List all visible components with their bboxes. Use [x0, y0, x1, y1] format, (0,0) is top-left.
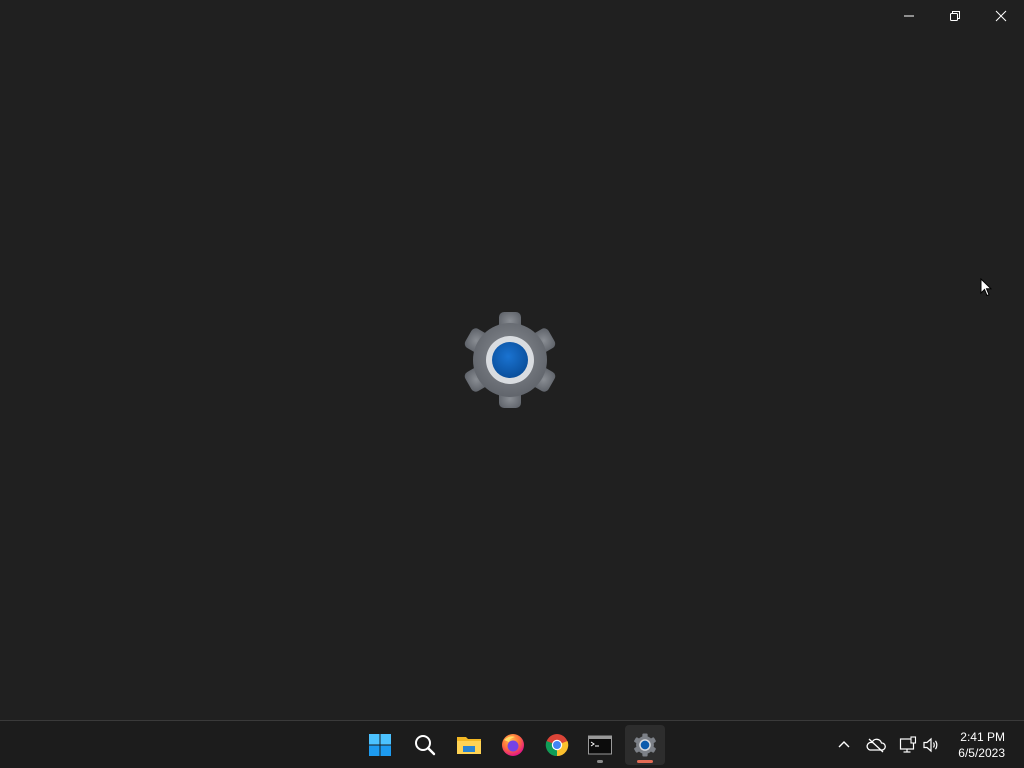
volume-icon	[923, 737, 938, 753]
chrome-icon	[545, 734, 569, 757]
settings-gear-icon	[634, 733, 656, 757]
windows-start-icon	[369, 734, 391, 756]
chrome-button[interactable]	[537, 725, 577, 765]
folder-icon	[457, 737, 481, 754]
network-icon	[899, 736, 917, 753]
terminal-button[interactable]	[580, 725, 620, 765]
onedrive-status-button[interactable]	[864, 733, 888, 757]
minimize-button[interactable]	[886, 0, 932, 32]
terminal-icon	[588, 735, 612, 755]
start-button[interactable]	[360, 725, 400, 765]
search-button[interactable]	[405, 725, 445, 765]
firefox-button[interactable]	[493, 725, 533, 765]
network-button[interactable]	[896, 733, 920, 757]
settings-window	[0, 0, 1024, 720]
window-caption-buttons	[886, 0, 1024, 32]
close-icon	[995, 10, 1007, 22]
taskbar: 2:41 PM 6/5/2023	[0, 720, 1024, 768]
settings-button[interactable]	[625, 725, 665, 765]
minimize-icon	[904, 15, 914, 17]
focused-indicator	[637, 760, 653, 763]
search-icon	[415, 735, 436, 756]
restore-icon	[950, 11, 960, 21]
close-button[interactable]	[978, 0, 1024, 32]
running-indicator	[597, 760, 603, 763]
restore-button[interactable]	[932, 0, 978, 32]
show-hidden-icons-button[interactable]	[832, 733, 856, 757]
firefox-icon	[502, 734, 524, 756]
taskbar-clock[interactable]: 2:41 PM 6/5/2023	[958, 729, 1005, 761]
clock-time: 2:41 PM	[960, 730, 1005, 744]
mouse-cursor-icon	[980, 278, 992, 297]
file-explorer-button[interactable]	[449, 725, 489, 765]
clock-date: 6/5/2023	[958, 746, 1005, 760]
volume-button[interactable]	[919, 733, 943, 757]
onedrive-offline-icon	[866, 738, 886, 753]
chevron-up-icon	[838, 741, 850, 748]
settings-gear-icon	[464, 312, 556, 408]
